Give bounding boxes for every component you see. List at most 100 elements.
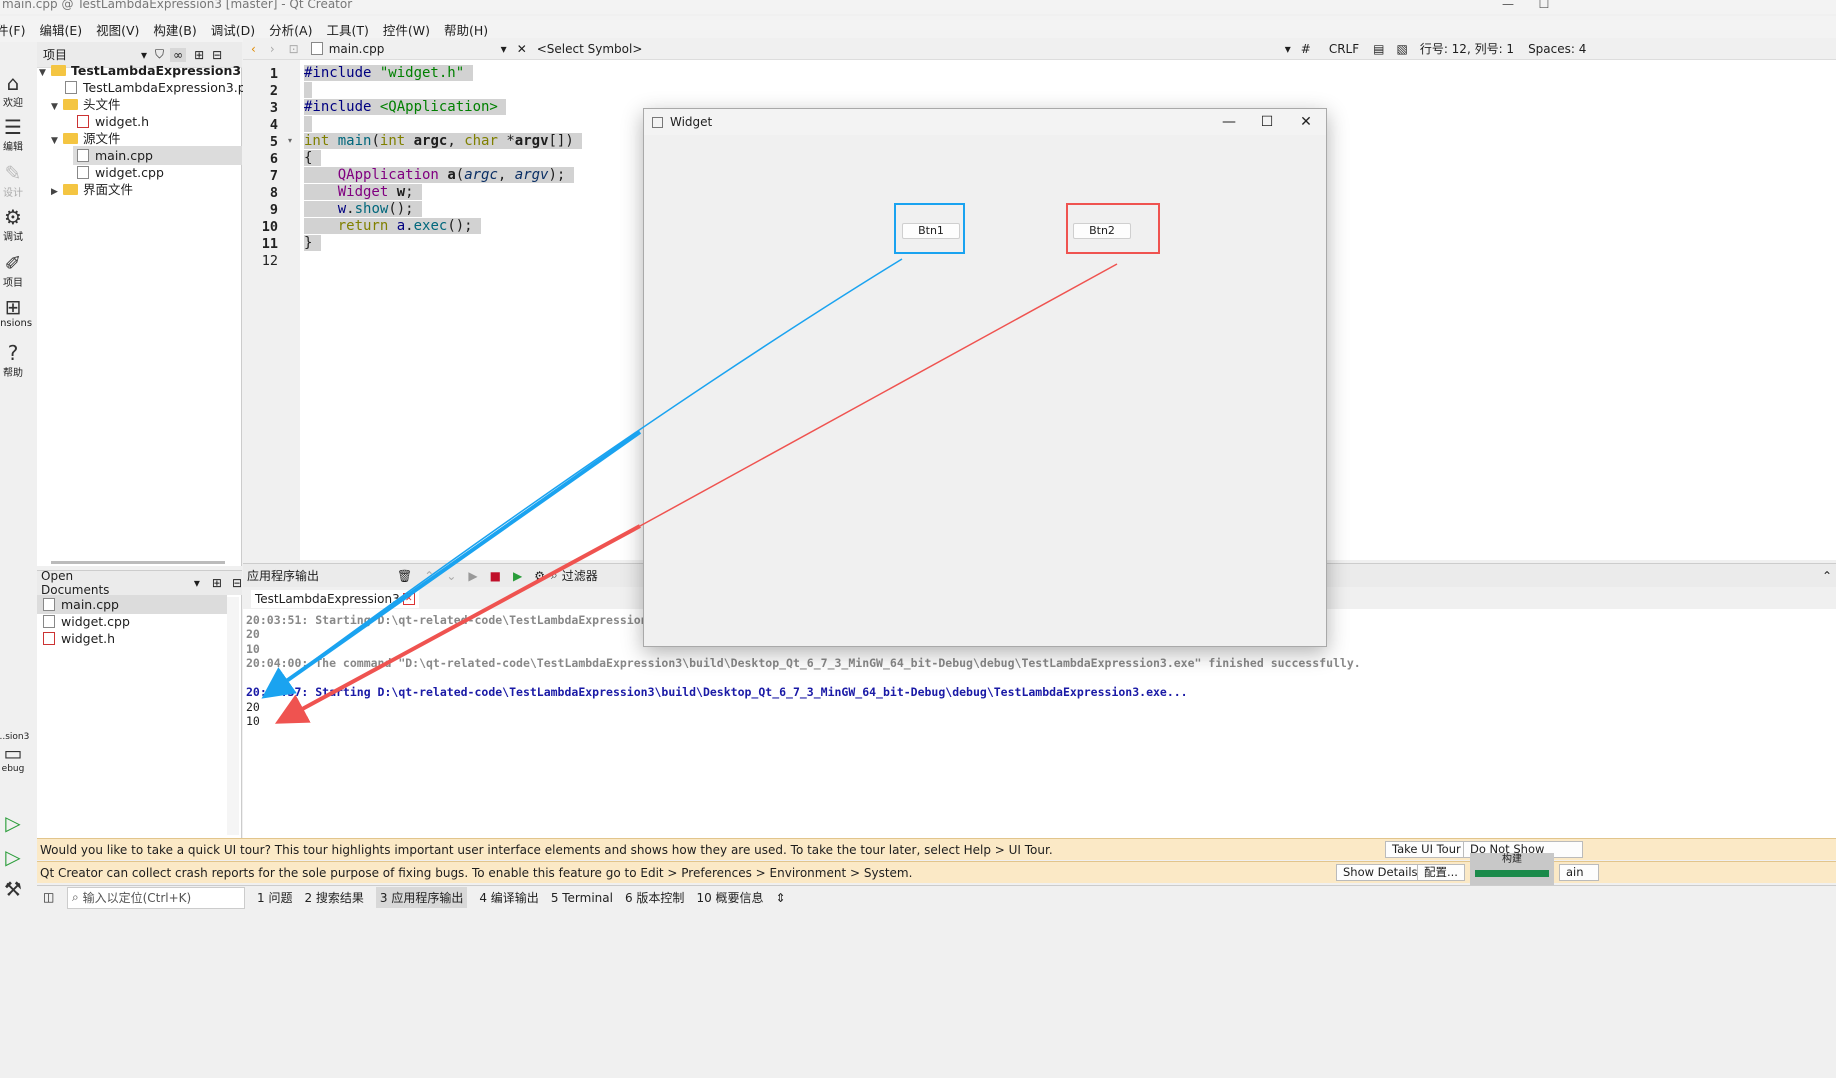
- btn1-button[interactable]: Btn1: [902, 223, 960, 239]
- hammer-icon: ⚒: [4, 877, 22, 901]
- down-icon[interactable]: ⌄: [446, 569, 456, 583]
- project-icon: [51, 65, 66, 76]
- minimize-button[interactable]: —: [1488, 0, 1528, 14]
- line-number: 4: [269, 117, 278, 133]
- dropdown-icon[interactable]: ▾: [141, 48, 147, 62]
- rerun-icon[interactable]: ▶: [468, 569, 477, 583]
- link-icon[interactable]: ∞: [170, 47, 187, 62]
- pane-summary[interactable]: 10 概要信息: [696, 889, 763, 906]
- fold-marker-icon[interactable]: ▾: [288, 136, 292, 145]
- tree-forms[interactable]: ▶ 界面文件: [51, 180, 133, 199]
- back-icon[interactable]: ‹: [251, 42, 256, 56]
- menu-help[interactable]: 帮助(H): [444, 20, 488, 39]
- collapse-icon[interactable]: ⌃: [1822, 569, 1832, 583]
- show-details-button[interactable]: Show Details: [1336, 864, 1425, 881]
- up-icon[interactable]: ⌃: [424, 569, 434, 583]
- encoding-icon[interactable]: ▧: [1396, 42, 1407, 56]
- open-doc-item[interactable]: widget.h: [43, 629, 115, 648]
- stop-icon[interactable]: ■: [490, 569, 501, 583]
- chevron-down-icon: ▼: [51, 102, 58, 112]
- file-selector[interactable]: main.cpp ▾: [310, 42, 507, 56]
- build-progress-label: 构建: [1502, 854, 1522, 865]
- kit-selector[interactable]: ...sion3▭ebug: [0, 732, 36, 774]
- horizontal-scrollbar[interactable]: [51, 561, 225, 564]
- menu-file[interactable]: 件(F): [0, 20, 25, 39]
- line-number: 12: [261, 253, 278, 269]
- menu-analyze[interactable]: 分析(A): [269, 20, 312, 39]
- maximize-icon[interactable]: ☐: [1248, 111, 1286, 133]
- mode-design[interactable]: ✎ 设计: [0, 162, 36, 199]
- debug-run-button[interactable]: ▷: [0, 846, 36, 868]
- menu-widgets[interactable]: 控件(W): [383, 20, 430, 39]
- output-tab[interactable]: TestLambdaExpression3 ✕: [251, 590, 419, 608]
- btn2-button[interactable]: Btn2: [1073, 223, 1131, 239]
- pane-search[interactable]: 2 搜索结果: [304, 889, 363, 906]
- output-title: 应用程序输出: [247, 569, 320, 583]
- mode-welcome[interactable]: ⌂ 欢迎: [0, 72, 36, 109]
- symbol-selector[interactable]: <Select Symbol> ▾: [537, 42, 1291, 56]
- line-number: 6: [269, 151, 278, 167]
- split-icon[interactable]: ⊞: [212, 576, 222, 590]
- output-filter[interactable]: 过滤器: [562, 567, 598, 584]
- cpp-file-icon: [310, 42, 323, 55]
- mode-extensions[interactable]: ⊞ensions: [0, 296, 36, 329]
- close-icon[interactable]: ✕: [1287, 111, 1325, 133]
- code-line: w.show();: [304, 201, 423, 218]
- home-icon: ⌂: [6, 71, 20, 95]
- maximize-button[interactable]: ☐: [1524, 0, 1564, 14]
- ui-tour-infobar: Would you like to take a quick UI tour? …: [37, 838, 1836, 860]
- attach-debugger-icon[interactable]: ▶: [513, 569, 522, 583]
- take-tour-button[interactable]: Take UI Tour: [1385, 841, 1468, 858]
- pane-version-control[interactable]: 6 版本控制: [625, 889, 684, 906]
- mode-debug[interactable]: ⚙ 调试: [0, 206, 36, 243]
- pane-compile-output[interactable]: 4 编译输出: [479, 889, 538, 906]
- run-button[interactable]: ▷: [0, 812, 36, 834]
- mode-help[interactable]: ? 帮助: [0, 342, 36, 379]
- open-documents-list: main.cpp widget.cpp widget.h: [37, 595, 242, 838]
- chevron-down-icon: ▼: [39, 68, 46, 78]
- filter-icon[interactable]: ⛉: [155, 47, 164, 62]
- mode-edit[interactable]: ☰ 编辑: [0, 116, 36, 153]
- close-pane-icon[interactable]: ⊟: [232, 576, 242, 590]
- close-tab-icon[interactable]: ✕: [402, 593, 415, 605]
- pane-terminal[interactable]: 5 Terminal: [551, 891, 613, 905]
- document-icon[interactable]: ▤: [1373, 42, 1384, 56]
- mode-projects[interactable]: ✐ 项目: [0, 252, 36, 289]
- menu-view[interactable]: 视图(V): [96, 20, 139, 39]
- build-button[interactable]: ⚒: [0, 878, 36, 900]
- settings-icon[interactable]: ⚙: [534, 569, 545, 583]
- configure-button[interactable]: 配置...: [1417, 864, 1465, 881]
- menu-build[interactable]: 构建(B): [153, 20, 196, 39]
- edit-lines-icon: ☰: [4, 115, 22, 139]
- debug-run-icon: ▷: [5, 845, 21, 869]
- forward-icon[interactable]: ›: [270, 42, 275, 56]
- line-number: 1: [269, 66, 278, 82]
- pane-app-output[interactable]: 3 应用程序输出: [375, 887, 468, 908]
- close-pane-icon[interactable]: ⊟: [212, 48, 222, 62]
- locator-input[interactable]: ⌕ 输入以定位(Ctrl+K): [67, 886, 245, 909]
- cursor-position[interactable]: 行号: 12, 列号: 1: [1420, 40, 1514, 57]
- hash-label[interactable]: #: [1301, 42, 1311, 56]
- split-icon[interactable]: ⊞: [194, 48, 204, 62]
- code-line: return a.exec();: [304, 218, 482, 235]
- crash-report-infobar: Qt Creator can collect crash reports for…: [37, 861, 1836, 883]
- editor-toolbar: ‹ › ⊡ main.cpp ▾ ✕ <Select Symbol> ▾ # CRL…: [243, 38, 1836, 60]
- dropdown-icon[interactable]: ▾: [194, 576, 200, 590]
- indent-spaces[interactable]: Spaces: 4: [1528, 42, 1586, 56]
- menu-tools[interactable]: 工具(T): [326, 20, 368, 39]
- close-file-icon[interactable]: ✕: [517, 42, 527, 56]
- menu-edit[interactable]: 编辑(E): [39, 20, 82, 39]
- minimize-icon[interactable]: —: [1210, 111, 1248, 133]
- more-panes-icon[interactable]: ⇕: [776, 891, 786, 905]
- clear-icon[interactable]: 🗑: [397, 569, 412, 583]
- app-icon: [652, 116, 663, 128]
- menu-debug[interactable]: 调试(D): [211, 20, 255, 39]
- pane-issues[interactable]: 1 问题: [257, 889, 292, 906]
- line-ending[interactable]: CRLF: [1329, 42, 1359, 56]
- crash-tail-button[interactable]: ain: [1559, 864, 1599, 881]
- project-tree: ▼ TestLambdaExpression3 [master] TestLamb…: [37, 63, 306, 566]
- vertical-scrollbar[interactable]: [227, 597, 239, 835]
- open-documents-header: Open Documents ▾ ⊞ ⊟: [37, 569, 242, 597]
- toggle-sidebar-icon[interactable]: ◫: [43, 890, 54, 904]
- open-documents-title[interactable]: Open Documents: [41, 569, 142, 597]
